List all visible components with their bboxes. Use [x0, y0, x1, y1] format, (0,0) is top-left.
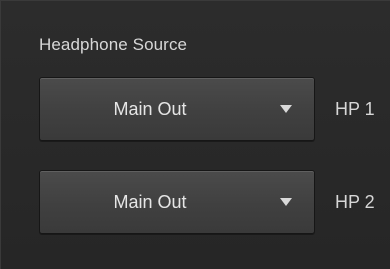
section-title: Headphone Source [39, 35, 188, 54]
chevron-down-icon [280, 105, 292, 113]
headphone-1-label: HP 1 [335, 99, 375, 119]
headphone-source-panel: Headphone Source Main Out HP 1 Main Out … [0, 0, 390, 269]
headphone-2-label: HP 2 [335, 192, 375, 212]
headphone-2-source-value: Main Out [113, 192, 187, 212]
headphone-1-source-dropdown[interactable]: Main Out [39, 77, 315, 141]
headphone-1-source-value: Main Out [113, 99, 187, 119]
headphone-1-row: Main Out HP 1 [39, 77, 379, 141]
headphone-2-source-dropdown[interactable]: Main Out [39, 170, 315, 234]
chevron-down-icon [280, 198, 292, 206]
headphone-2-row: Main Out HP 2 [39, 170, 379, 234]
